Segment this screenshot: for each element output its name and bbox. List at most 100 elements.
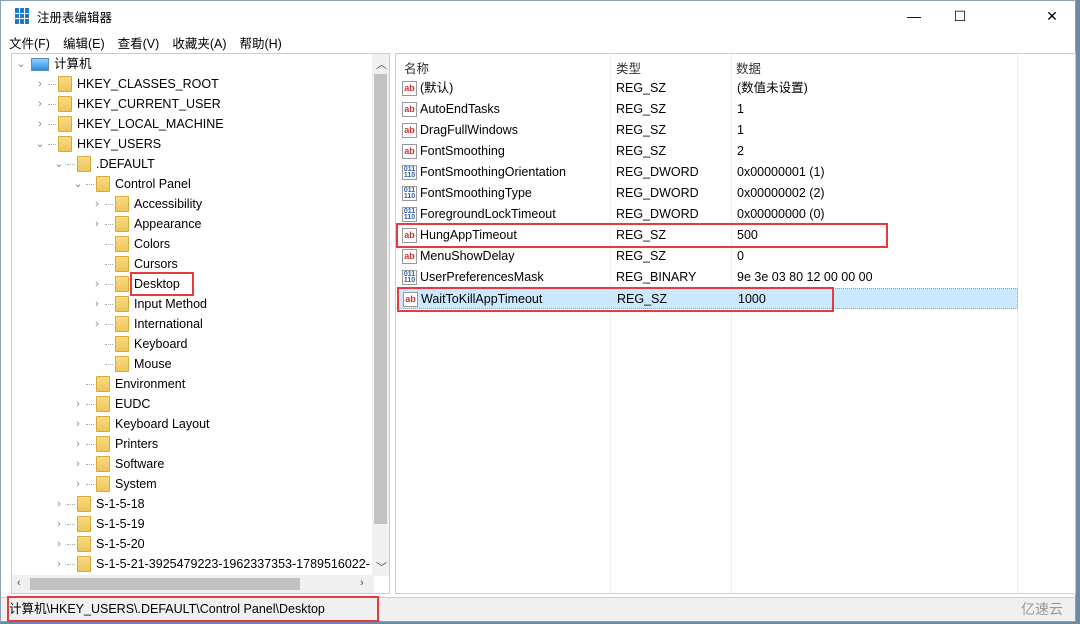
- folder-icon: [96, 376, 110, 392]
- close-button[interactable]: ✕: [1029, 1, 1075, 31]
- value-type: REG_DWORD: [616, 186, 699, 200]
- value-row[interactable]: ab MenuShowDelay REG_SZ 0: [398, 246, 1018, 267]
- chevron-right-icon[interactable]: ›: [34, 74, 46, 94]
- tree-node[interactable]: › Input Method: [91, 294, 207, 314]
- folder-icon: [115, 236, 129, 252]
- value-name: MenuShowDelay: [420, 249, 515, 263]
- tree-node[interactable]: Keyboard: [91, 334, 188, 354]
- tree-node-label: EUDC: [115, 397, 151, 411]
- tree-node-label: HKEY_CLASSES_ROOT: [77, 77, 219, 91]
- scrollbar-thumb[interactable]: [30, 578, 300, 590]
- binary-value-icon: 011 110: [402, 270, 417, 285]
- chevron-right-icon[interactable]: ›: [72, 434, 84, 454]
- value-name: ForegroundLockTimeout: [420, 207, 556, 221]
- chevron-right-icon[interactable]: ›: [91, 294, 103, 314]
- values-list[interactable]: 名称 类型 数据 ab (默认) REG_SZ (数值未设置) ab AutoEndTas…: [395, 53, 1076, 594]
- chevron-right-icon[interactable]: ›: [72, 474, 84, 494]
- tree-node[interactable]: › Printers: [72, 434, 158, 454]
- tree-node[interactable]: › HKEY_LOCAL_MACHINE: [34, 114, 224, 134]
- value-row[interactable]: ab WaitToKillAppTimeout REG_SZ 1000: [397, 287, 1018, 312]
- menu-favorites[interactable]: 收藏夹(A): [172, 33, 226, 52]
- chevron-down-icon[interactable]: ⌄: [72, 174, 84, 194]
- chevron-down-icon[interactable]: ⌄: [34, 134, 46, 154]
- scroll-left-icon[interactable]: ‹: [17, 577, 21, 589]
- tree-node[interactable]: Cursors: [91, 254, 178, 274]
- chevron-right-icon[interactable]: ›: [53, 554, 65, 574]
- value-row[interactable]: 011 110 ForegroundLockTimeout REG_DWORD 0x00…: [398, 204, 1018, 225]
- chevron-right-icon[interactable]: ›: [91, 314, 103, 334]
- tree-node[interactable]: › EUDC: [72, 394, 150, 414]
- tree-node-label: Desktop: [130, 272, 194, 296]
- chevron-right-icon[interactable]: ›: [72, 414, 84, 434]
- scroll-down-icon[interactable]: ﹀: [376, 559, 387, 575]
- string-value-icon: ab: [402, 123, 417, 138]
- chevron-right-icon[interactable]: ›: [34, 94, 46, 114]
- value-row[interactable]: 011 110 UserPreferencesMask REG_BINARY 9e 3e…: [398, 267, 1018, 288]
- value-row[interactable]: ab DragFullWindows REG_SZ 1: [398, 120, 1018, 141]
- chevron-right-icon[interactable]: ›: [91, 274, 103, 294]
- column-header-type[interactable]: 类型: [616, 58, 641, 77]
- tree-node[interactable]: ⌄ .DEFAULT: [53, 154, 155, 174]
- value-row[interactable]: ab (默认) REG_SZ (数值未设置): [398, 78, 1018, 99]
- tree-node-label: S-1-5-20: [96, 537, 145, 551]
- value-row[interactable]: ab AutoEndTasks REG_SZ 1: [398, 99, 1018, 120]
- tree-node[interactable]: › Keyboard Layout: [72, 414, 210, 434]
- scroll-right-icon[interactable]: ›: [360, 577, 364, 589]
- tree-node[interactable]: › Appearance: [91, 214, 201, 234]
- chevron-right-icon[interactable]: ›: [34, 114, 46, 134]
- chevron-right-icon[interactable]: ›: [91, 194, 103, 214]
- menu-help[interactable]: 帮助(H): [239, 33, 281, 52]
- value-row[interactable]: 011 110 FontSmoothingOrientation REG_DWORD 0…: [398, 162, 1018, 183]
- chevron-down-icon[interactable]: ⌄: [53, 154, 65, 174]
- scroll-up-icon[interactable]: ︿: [376, 56, 387, 72]
- tree-node-label: Control Panel: [115, 177, 191, 191]
- tree-node[interactable]: › S-1-5-18: [53, 494, 145, 514]
- folder-icon: [115, 216, 129, 232]
- tree-node[interactable]: › HKEY_CURRENT_USER: [34, 94, 221, 114]
- tree-node[interactable]: ⌄ HKEY_USERS: [34, 134, 161, 154]
- column-header-data[interactable]: 数据: [736, 58, 761, 77]
- tree-node[interactable]: › S-1-5-19: [53, 514, 145, 534]
- tree-node[interactable]: ⌄ 计算机: [15, 54, 91, 74]
- tree-node-label: System: [115, 477, 157, 491]
- tree-vertical-scrollbar[interactable]: ︿ ﹀: [372, 54, 389, 576]
- minimize-button[interactable]: —: [891, 1, 937, 31]
- tree-node[interactable]: › S-1-5-20: [53, 534, 145, 554]
- chevron-right-icon[interactable]: ›: [53, 534, 65, 554]
- tree-node[interactable]: Environment: [72, 374, 185, 394]
- scrollbar-thumb[interactable]: [374, 74, 387, 524]
- chevron-right-icon[interactable]: ›: [91, 214, 103, 234]
- tree-node-label: Environment: [115, 377, 186, 391]
- tree-node[interactable]: › System: [72, 474, 157, 494]
- value-row[interactable]: ab HungAppTimeout REG_SZ 500: [396, 223, 1018, 248]
- menu-edit[interactable]: 编辑(E): [63, 33, 105, 52]
- menu-file[interactable]: 文件(F): [9, 33, 50, 52]
- chevron-right-icon[interactable]: ›: [72, 394, 84, 414]
- status-bar: 计算机\HKEY_USERS\.DEFAULT\Control Panel\De…: [1, 596, 1075, 622]
- value-row[interactable]: ab FontSmoothing REG_SZ 2: [398, 141, 1018, 162]
- chevron-down-icon[interactable]: ⌄: [15, 54, 27, 74]
- tree-node[interactable]: › S-1-5-21-3925479223-1962337353-17895160…: [53, 554, 370, 574]
- chevron-right-icon[interactable]: ›: [72, 454, 84, 474]
- tree-node[interactable]: Mouse: [91, 354, 172, 374]
- tree-node[interactable]: › Desktop: [91, 272, 194, 296]
- tree-node[interactable]: › International: [91, 314, 203, 334]
- tree-node-label: Accessibility: [134, 197, 203, 211]
- tree-node-label: Printers: [115, 437, 159, 451]
- chevron-right-icon[interactable]: ›: [53, 494, 65, 514]
- chevron-right-icon[interactable]: ›: [53, 514, 65, 534]
- maximize-button[interactable]: ☐: [937, 1, 983, 31]
- value-row[interactable]: 011 110 FontSmoothingType REG_DWORD 0x000000…: [398, 183, 1018, 204]
- folder-icon: [115, 296, 129, 312]
- tree-node-label: Mouse: [134, 357, 172, 371]
- tree-horizontal-scrollbar[interactable]: ‹ ›: [12, 575, 374, 593]
- column-header-name[interactable]: 名称: [404, 58, 429, 77]
- registry-tree[interactable]: ⌄ 计算机 › HKEY_CLASSES_ROOT › HKEY_CURRENT_USER…: [11, 53, 390, 594]
- menu-view[interactable]: 查看(V): [118, 33, 160, 52]
- tree-node[interactable]: Colors: [91, 234, 170, 254]
- folder-icon: [58, 116, 72, 132]
- tree-node[interactable]: ⌄ Control Panel: [72, 174, 191, 194]
- tree-node[interactable]: › Accessibility: [91, 194, 202, 214]
- tree-node[interactable]: › HKEY_CLASSES_ROOT: [34, 74, 219, 94]
- tree-node[interactable]: › Software: [72, 454, 164, 474]
